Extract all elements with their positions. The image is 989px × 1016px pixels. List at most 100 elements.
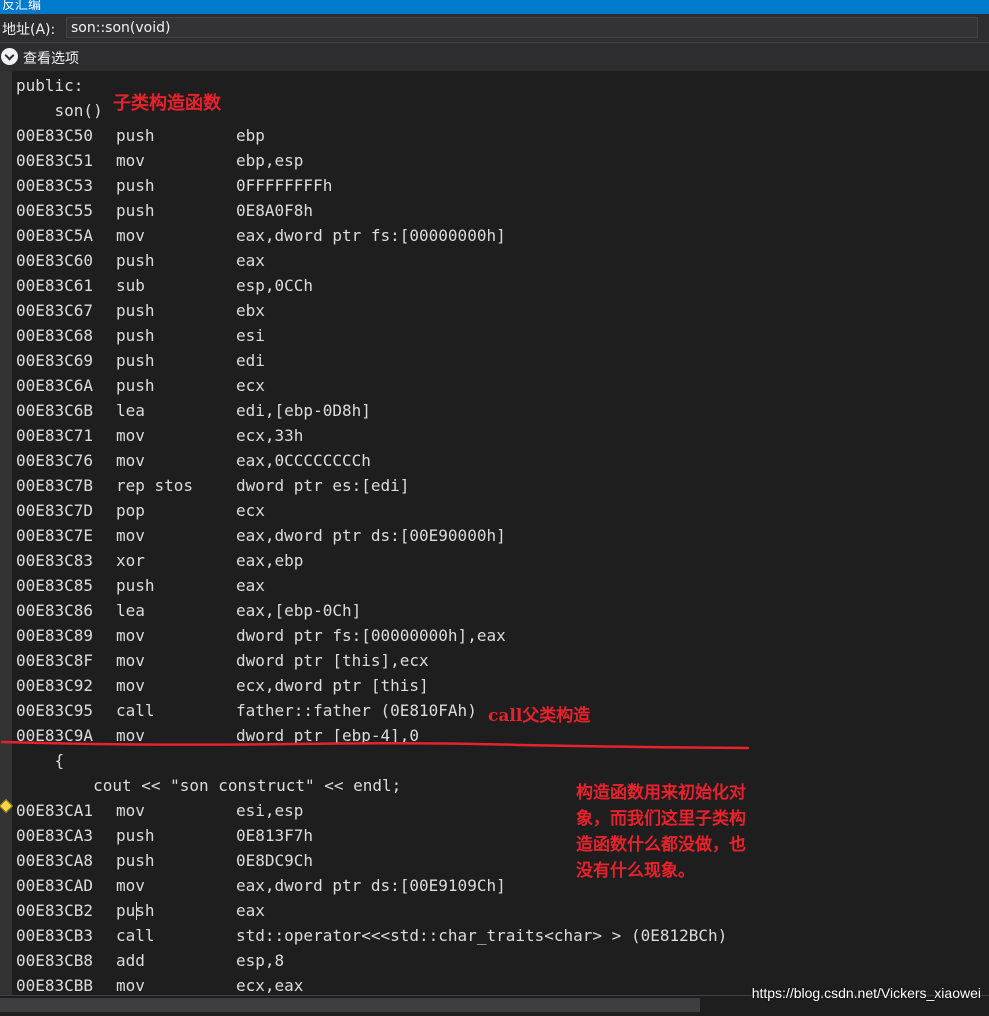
disasm-mnem: call: [116, 701, 155, 720]
disasm-oper: esi,esp: [236, 801, 304, 820]
disasm-row[interactable]: 00E83C89 mov dword ptr fs:[00000000h],eax: [0, 623, 989, 648]
disasm-row[interactable]: 00E83CB8 add esp,8: [0, 948, 989, 973]
disasm-mnem: push: [116, 326, 155, 345]
source-line-ctor: son(): [16, 101, 103, 120]
scrollbar-thumb[interactable]: [0, 998, 700, 1012]
disasm-oper: esp,8: [236, 951, 285, 970]
disasm-row[interactable]: 00E83C67 push ebx: [0, 298, 989, 323]
disasm-addr: 00E83C50: [16, 126, 94, 145]
disasm-row[interactable]: 00E83C61 sub esp,0CCh: [0, 273, 989, 298]
watermark: https://blog.csdn.net/Vickers_xiaowei: [751, 985, 981, 1001]
disasm-row[interactable]: 00E83C69 push edi: [0, 348, 989, 373]
address-label: 地址(A):: [2, 22, 56, 38]
disasm-mnem: push: [116, 126, 155, 145]
disasm-row[interactable]: 00E83C53 push 0FFFFFFFFh: [0, 173, 989, 198]
disasm-row[interactable]: 00E83C6B lea edi,[ebp-0D8h]: [0, 398, 989, 423]
disasm-row[interactable]: 00E83C60 push eax: [0, 248, 989, 273]
disasm-mnem: push: [116, 251, 155, 270]
disasm-mnem: mov: [116, 676, 145, 695]
disasm-addr: 00E83C92: [16, 676, 94, 695]
disasm-oper: father::father (0E810FAh): [236, 701, 477, 720]
disasm-addr: 00E83C69: [16, 351, 94, 370]
annotation-explanation: 构造函数用来初始化对 象，而我们这里子类构 造函数什么都没做，也 没有什么现象。: [576, 780, 796, 884]
disasm-row[interactable]: 00E83C71 mov ecx,33h: [0, 423, 989, 448]
disasm-row[interactable]: 00E83C86 lea eax,[ebp-0Ch]: [0, 598, 989, 623]
disasm-oper: ecx: [236, 376, 265, 395]
disasm-oper: eax: [236, 576, 265, 595]
annotation-explain-line: 构造函数用来初始化对: [576, 783, 746, 803]
disasm-row[interactable]: 00E83C7B rep stos dword ptr es:[edi]: [0, 473, 989, 498]
disasm-mnem: mov: [116, 451, 145, 470]
disasm-mnem: mov: [116, 426, 145, 445]
disasm-mnem: mov: [116, 151, 145, 170]
annotation-explain-line: 象，而我们这里子类构: [576, 809, 746, 829]
disasm-mnem: push: [116, 576, 155, 595]
disasm-oper: ecx,33h: [236, 426, 304, 445]
disasm-mnem: mov: [116, 626, 145, 645]
disasm-addr: 00E83C85: [16, 576, 94, 595]
disasm-addr: 00E83C71: [16, 426, 94, 445]
disasm-oper: 0FFFFFFFFh: [236, 176, 333, 195]
annotation-explain-line: 造函数什么都没做，也: [576, 835, 746, 855]
address-input[interactable]: son::son(void): [66, 17, 978, 38]
disasm-row[interactable]: 00E83C76 mov eax,0CCCCCCCCh: [0, 448, 989, 473]
disasm-row[interactable]: 00E83CA1 mov esi,esp: [0, 798, 989, 823]
disasm-row[interactable]: 00E83C68 push esi: [0, 323, 989, 348]
disasm-addr: 00E83C89: [16, 626, 94, 645]
disasm-row[interactable]: 00E83C55 push 0E8A0F8h: [0, 198, 989, 223]
disasm-row[interactable]: 00E83C7D pop ecx: [0, 498, 989, 523]
disasm-mnem: push: [116, 176, 155, 195]
disasm-mnem: lea: [116, 401, 145, 420]
disasm-row[interactable]: 00E83C5A mov eax,dword ptr fs:[00000000h]: [0, 223, 989, 248]
window-title: 反汇编: [2, 0, 42, 13]
disasm-addr: 00E83CA1: [16, 801, 94, 820]
disasm-mnem: push: [116, 201, 155, 220]
disasm-mnem: push: [116, 376, 155, 395]
disasm-mnem: call: [116, 926, 155, 945]
disasm-mnem: push: [116, 301, 155, 320]
disasm-oper: 0E813F7h: [236, 826, 314, 845]
disasm-mnem: push: [116, 851, 155, 870]
disasm-row[interactable]: 00E83C92 mov ecx,dword ptr [this]: [0, 673, 989, 698]
disasm-addr: 00E83C6B: [16, 401, 94, 420]
view-options-label[interactable]: 查看选项: [23, 48, 79, 68]
source-line-cout: cout << "son construct" << endl;: [16, 776, 402, 795]
disasm-mnem: lea: [116, 601, 145, 620]
disasm-addr: 00E83CB2: [16, 901, 94, 920]
view-options-bar[interactable]: 查看选项: [0, 43, 989, 71]
disasm-oper: eax,0CCCCCCCCh: [236, 451, 371, 470]
disasm-oper: eax: [236, 251, 265, 270]
disasm-addr: 00E83CAD: [16, 876, 94, 895]
disasm-mnem: add: [116, 951, 145, 970]
disasm-oper: 0E8A0F8h: [236, 201, 314, 220]
annotation-explain-line: 没有什么现象。: [576, 861, 695, 881]
disasm-row[interactable]: 00E83C50 push ebp: [0, 123, 989, 148]
disasm-row[interactable]: 00E83CAD mov eax,dword ptr ds:[00E9109Ch]: [0, 873, 989, 898]
disasm-oper: eax,[ebp-0Ch]: [236, 601, 362, 620]
disasm-row[interactable]: 00E83C51 mov ebp,esp: [0, 148, 989, 173]
disasm-mnem: push: [116, 351, 155, 370]
disasm-oper: eax,dword ptr fs:[00000000h]: [236, 226, 506, 245]
disasm-row[interactable]: 00E83CB2 pusheax: [0, 898, 989, 923]
disasm-mnem: push: [116, 826, 155, 845]
disasm-row[interactable]: 00E83C83 xor eax,ebp: [0, 548, 989, 573]
disassembly-view[interactable]: public: son() 子类构造函数 00E83C50 push ebp 00E8…: [0, 71, 989, 995]
disasm-row[interactable]: 00E83CA3 push 0E813F7h: [0, 823, 989, 848]
disasm-addr: 00E83C5A: [16, 226, 94, 245]
disasm-row[interactable]: 00E83CA8 push 0E8DC9Ch: [0, 848, 989, 873]
disasm-row[interactable]: 00E83C6A push ecx: [0, 373, 989, 398]
disasm-addr: 00E83CA8: [16, 851, 94, 870]
disasm-row[interactable]: 00E83C8F mov dword ptr [this],ecx: [0, 648, 989, 673]
disasm-addr: 00E83C60: [16, 251, 94, 270]
chevron-down-icon[interactable]: [1, 48, 18, 65]
disasm-row[interactable]: 00E83CB3 call std::operator<<<std::char_tr…: [0, 923, 989, 948]
disasm-row[interactable]: 00E83C7E mov eax,dword ptr ds:[00E90000h]: [0, 523, 989, 548]
disasm-addr: 00E83C7B: [16, 476, 94, 495]
disasm-row[interactable]: 00E83C85 push eax: [0, 573, 989, 598]
disasm-oper: eax: [236, 901, 265, 920]
disasm-oper: edi: [236, 351, 265, 370]
annotation-ctor: 子类构造函数: [113, 93, 221, 114]
text-cursor: [136, 902, 137, 920]
disasm-oper: dword ptr [this],ecx: [236, 651, 429, 670]
disasm-oper: dword ptr fs:[00000000h],eax: [236, 626, 506, 645]
